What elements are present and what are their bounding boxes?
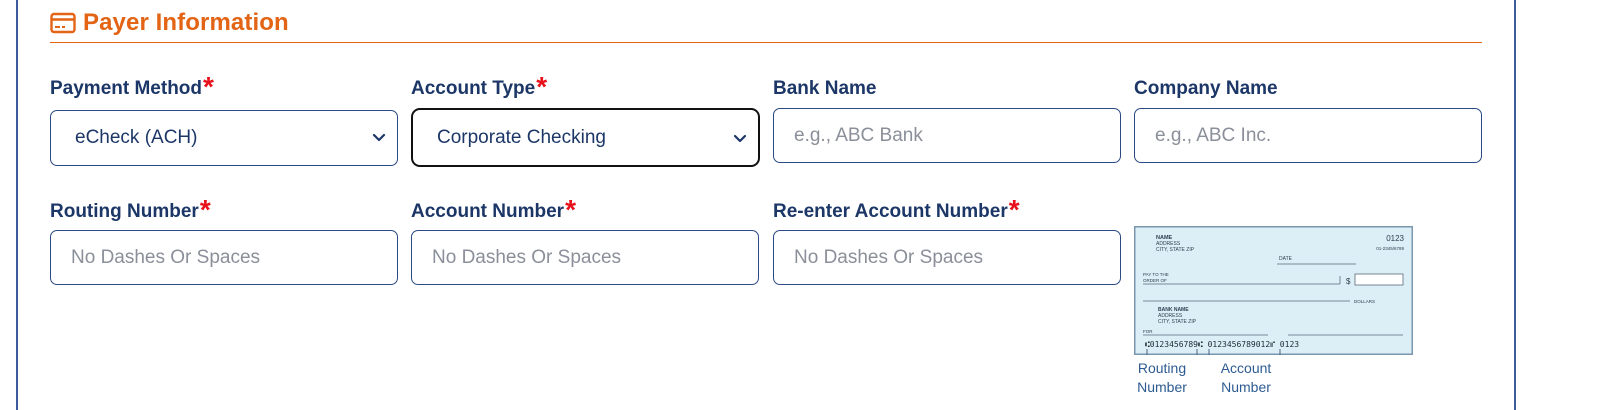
account-type-select[interactable]: Corporate Checking <box>411 108 760 167</box>
check-number: 0123 <box>1386 234 1404 243</box>
payment-method-select[interactable]: eCheck (ACH) <box>50 110 398 166</box>
bank-name-input[interactable]: e.g., ABC Bank <box>773 108 1121 163</box>
bank-name-placeholder: e.g., ABC Bank <box>794 124 923 146</box>
check-fraction: 01-2345/6789 <box>1376 246 1404 251</box>
account-number-input[interactable]: No Dashes Or Spaces <box>411 230 759 285</box>
routing-number-placeholder: No Dashes Or Spaces <box>71 246 261 268</box>
reenter-account-number-label: Re-enter Account Number* <box>773 194 1020 225</box>
section-divider <box>50 42 1482 43</box>
required-marker: * <box>565 194 576 225</box>
check-pay-to-label: PAY TO THE <box>1143 272 1169 277</box>
check-order-of-label: ORDER OF <box>1143 278 1167 283</box>
section-title: Payer Information <box>83 9 289 36</box>
company-name-placeholder: e.g., ABC Inc. <box>1155 124 1272 146</box>
routing-number-input[interactable]: No Dashes Or Spaces <box>50 230 398 285</box>
account-number-placeholder: No Dashes Or Spaces <box>432 246 622 268</box>
payment-method-label: Payment Method* <box>50 71 214 102</box>
required-marker: * <box>536 71 548 102</box>
routing-number-label: Routing Number* <box>50 194 211 225</box>
company-name-label: Company Name <box>1134 78 1278 99</box>
required-marker: * <box>203 71 214 102</box>
check-dollar-sign: $ <box>1346 277 1351 286</box>
check-memo-label: FOR <box>1143 329 1153 334</box>
check-bank-city: CITY, STATE ZIP <box>1158 319 1197 325</box>
account-number-caption: Account Number <box>1220 360 1272 395</box>
account-type-label: Account Type* <box>411 71 548 102</box>
required-marker: * <box>1008 194 1020 225</box>
section-header: Payer Information <box>50 6 289 40</box>
account-number-label: Account Number* <box>411 194 576 225</box>
company-name-input[interactable]: e.g., ABC Inc. <box>1134 108 1482 163</box>
credit-card-icon <box>50 12 76 34</box>
bank-name-label: Bank Name <box>773 78 877 99</box>
chevron-down-icon <box>372 133 386 142</box>
chevron-down-icon <box>733 134 747 143</box>
check-micr-line: ⑆0123456789⑆ 0123456789012⑈ 0123 <box>1145 340 1299 349</box>
check-payer-city: CITY, STATE ZIP <box>1156 247 1195 253</box>
account-type-value: Corporate Checking <box>437 126 606 148</box>
routing-number-caption: Routing Number <box>1137 360 1187 395</box>
reenter-account-number-placeholder: No Dashes Or Spaces <box>794 246 984 268</box>
required-marker: * <box>199 194 211 225</box>
check-dollars-label: DOLLARS <box>1354 299 1375 304</box>
sample-check-image: NAME ADDRESS CITY, STATE ZIP 0123 01-234… <box>1134 226 1413 355</box>
reenter-account-number-input[interactable]: No Dashes Or Spaces <box>773 230 1121 285</box>
check-date-label: DATE <box>1279 256 1293 262</box>
payment-method-value: eCheck (ACH) <box>75 127 198 148</box>
